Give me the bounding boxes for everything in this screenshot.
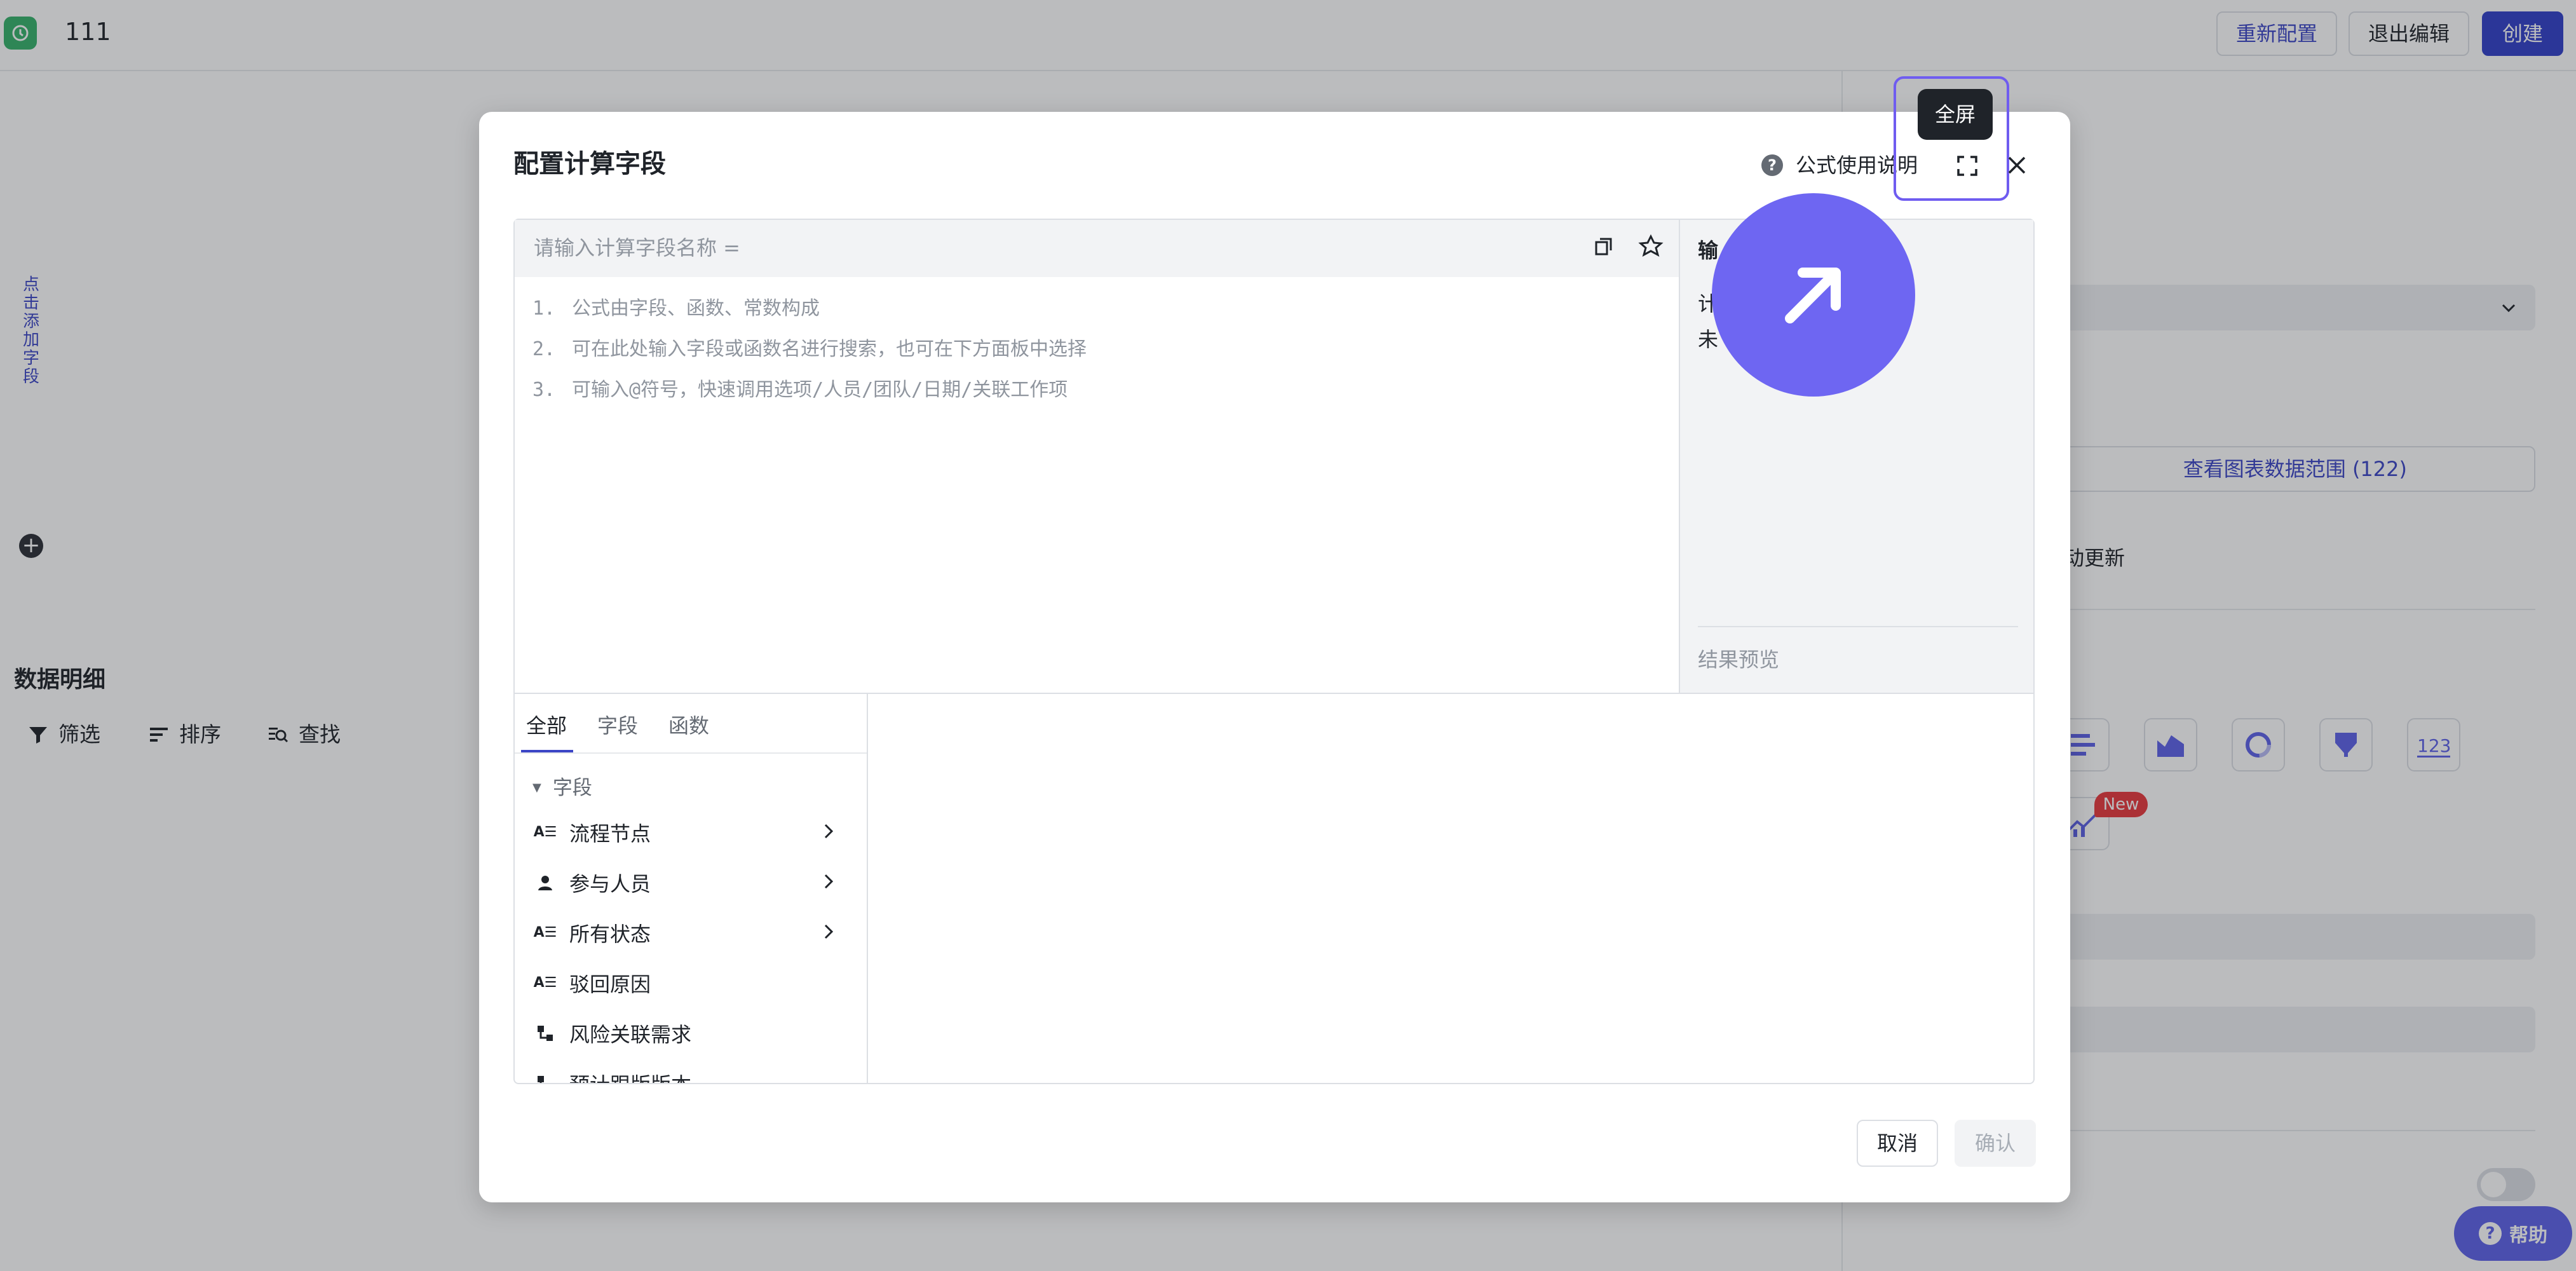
field-group-toggle[interactable]: ▼ 字段 <box>532 774 592 802</box>
divider <box>515 752 867 754</box>
divider <box>515 693 2035 694</box>
cancel-button[interactable]: 取消 <box>1857 1120 1938 1167</box>
list-item[interactable]: A☰ 驳回原因 <box>515 958 867 1008</box>
chevron-right-icon <box>824 824 834 839</box>
field-list: A☰ 流程节点 参与人员 A☰ 所有状态 A☰ 驳回原因 风险关联需求 预计跟版… <box>515 807 867 1083</box>
output-line: 未 <box>1698 327 1719 351</box>
fullscreen-icon <box>1957 156 1977 176</box>
list-item[interactable]: 参与人员 <box>515 857 867 907</box>
tab-all[interactable]: 全部 <box>526 710 567 741</box>
person-icon <box>534 871 557 894</box>
field-name: 参与人员 <box>569 871 651 896</box>
result-preview-label: 结果预览 <box>1698 648 1780 672</box>
close-button[interactable] <box>2002 150 2032 180</box>
hint-line: 1. 公式由字段、函数、常数构成 <box>532 297 820 320</box>
text-field-icon: A☰ <box>533 925 557 941</box>
list-item[interactable]: 风险关联需求 <box>515 1008 867 1058</box>
list-item[interactable]: A☰ 所有状态 <box>515 907 867 958</box>
text-field-icon: A☰ <box>533 824 557 840</box>
list-item[interactable]: 预计跟版版本 <box>515 1058 867 1083</box>
fullscreen-button[interactable] <box>1948 150 1986 182</box>
tab-fields[interactable]: 字段 <box>597 710 638 741</box>
question-icon: ? <box>1761 154 1783 176</box>
confirm-button[interactable]: 确认 <box>1955 1120 2036 1167</box>
field-name-input[interactable]: 请输入计算字段名称 = <box>534 234 740 262</box>
hint-line: 2. 可在此处输入字段或函数名进行搜索，也可在下方面板中选择 <box>532 338 1087 360</box>
fullscreen-tooltip: 全屏 <box>1918 89 1993 140</box>
arrow-up-right-icon <box>1785 268 1841 323</box>
formula-input[interactable]: 1. 公式由字段、函数、常数构成 2. 可在此处输入字段或函数名进行搜索，也可在下方… <box>532 292 1087 414</box>
list-item[interactable]: A☰ 流程节点 <box>515 807 867 857</box>
field-group-label: 字段 <box>552 777 592 799</box>
active-tab-indicator <box>521 750 573 752</box>
caret-down-icon: ▼ <box>532 781 541 794</box>
field-name: 预计跟版版本 <box>569 1069 691 1084</box>
divider <box>867 694 868 1083</box>
field-name: 流程节点 <box>569 821 651 846</box>
relation-icon <box>534 1072 557 1083</box>
dialog-title: 配置计算字段 <box>513 149 666 179</box>
hint-line: 3. 可输入@符号，快速调用选项/人员/团队/日期/关联工作项 <box>532 379 1068 401</box>
output-title: 输 <box>1698 238 1719 262</box>
close-icon <box>2008 156 2026 174</box>
divider <box>1698 626 2018 627</box>
field-name: 驳回原因 <box>569 972 651 996</box>
tab-functions[interactable]: 函数 <box>668 710 709 741</box>
magic-icon[interactable] <box>1638 234 1664 262</box>
text-field-icon: A☰ <box>533 975 557 991</box>
copy-icon[interactable] <box>1592 235 1615 261</box>
relation-icon <box>534 1022 557 1045</box>
chevron-right-icon <box>824 924 834 939</box>
field-name: 风险关联需求 <box>569 1022 692 1047</box>
picker-tabs: 全部 字段 函数 <box>526 710 709 741</box>
cursor-pointer-indicator <box>1712 193 1915 397</box>
field-name: 所有状态 <box>569 921 651 946</box>
chevron-right-icon <box>824 874 834 889</box>
